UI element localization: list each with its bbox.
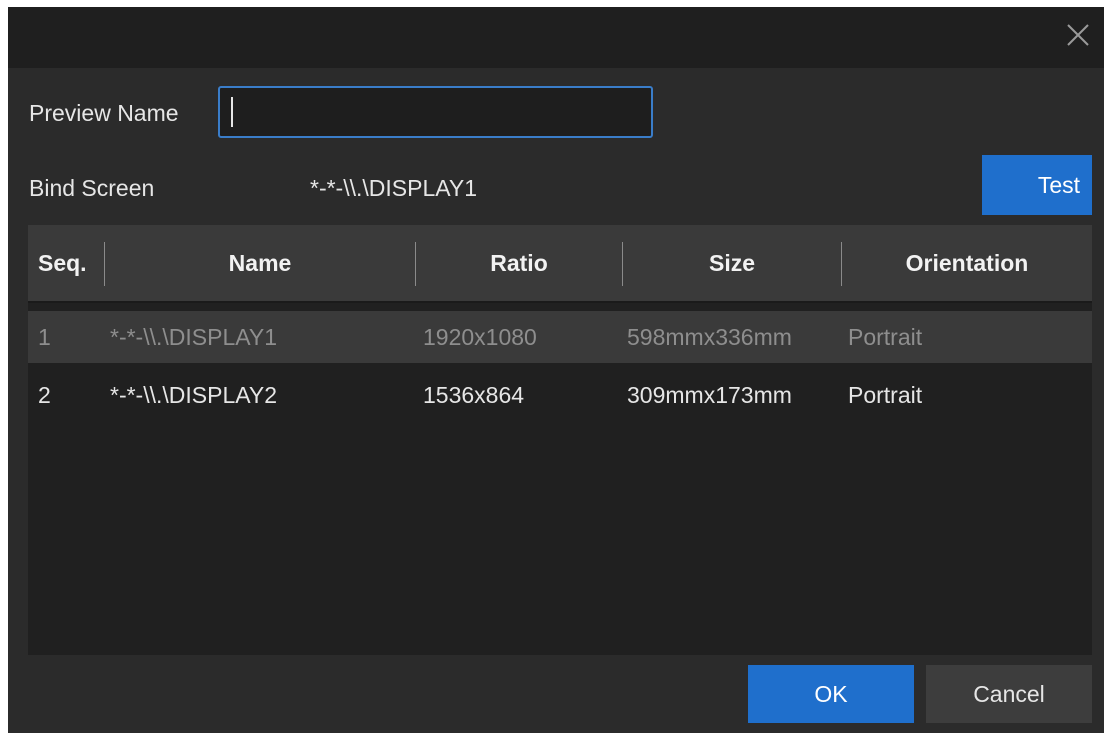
- preview-name-input[interactable]: [218, 86, 653, 138]
- preview-dialog: Preview Name Bind Screen *-*-\\.\DISPLAY…: [8, 7, 1104, 733]
- table-row[interactable]: 2 *-*-\\.\DISPLAY2 1536x864 309mmx173mm …: [28, 369, 1092, 421]
- cell-ratio: 1920x1080: [423, 324, 537, 350]
- text-caret: [231, 97, 233, 127]
- table-header: Seq. Name Ratio Size Orientation: [28, 225, 1092, 303]
- close-icon: [1067, 24, 1089, 46]
- bind-screen-label: Bind Screen: [29, 175, 155, 201]
- cell-name: *-*-\\.\DISPLAY1: [110, 324, 278, 350]
- close-button[interactable]: [1060, 17, 1096, 53]
- bind-screen-value: *-*-\\.\DISPLAY1: [310, 175, 478, 201]
- ok-button[interactable]: OK: [748, 665, 914, 723]
- cell-orientation: Portrait: [848, 382, 923, 408]
- cell-size: 309mmx173mm: [627, 382, 792, 408]
- cell-orientation: Portrait: [848, 324, 923, 350]
- cell-name: *-*-\\.\DISPLAY2: [110, 382, 278, 408]
- column-header-ratio[interactable]: Ratio: [416, 225, 622, 301]
- table-row[interactable]: 1 *-*-\\.\DISPLAY1 1920x1080 598mmx336mm…: [28, 311, 1092, 363]
- screen-table: Seq. Name Ratio Size Orientation 1 *-*-\…: [28, 225, 1092, 655]
- title-bar: [8, 7, 1104, 68]
- cell-seq: 1: [38, 324, 51, 350]
- column-header-name[interactable]: Name: [105, 225, 415, 301]
- column-header-seq[interactable]: Seq.: [38, 225, 100, 301]
- cell-size: 598mmx336mm: [627, 324, 792, 350]
- column-header-size[interactable]: Size: [623, 225, 841, 301]
- cell-seq: 2: [38, 382, 51, 408]
- preview-name-label: Preview Name: [29, 100, 179, 126]
- cancel-button[interactable]: Cancel: [926, 665, 1092, 723]
- test-button[interactable]: Test: [982, 155, 1092, 215]
- column-header-orientation[interactable]: Orientation: [842, 225, 1092, 301]
- cell-ratio: 1536x864: [423, 382, 525, 408]
